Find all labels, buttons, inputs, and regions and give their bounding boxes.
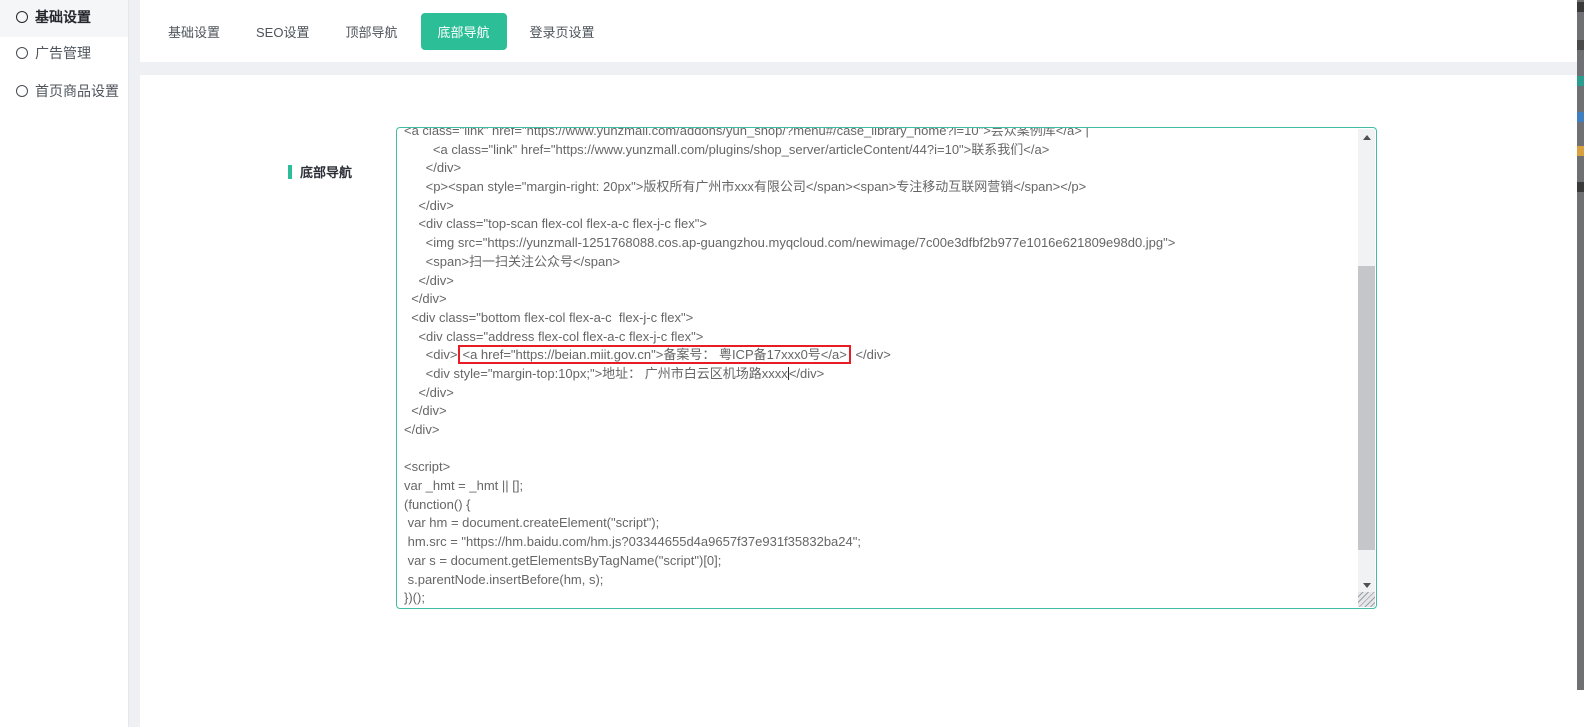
code-line: <div class="bottom flex-col flex-a-c fle… (404, 309, 1352, 328)
tab-footer-nav[interactable]: 底部导航 (421, 13, 507, 50)
sidebar-item-basic-settings[interactable]: 基础设置 (0, 0, 128, 37)
code-line (404, 440, 1352, 459)
code-line: <div class="address flex-col flex-a-c fl… (404, 328, 1352, 347)
tab-login-page-settings[interactable]: 登录页设置 (530, 22, 595, 41)
code-content: <a class="link" href="https://www.yunzma… (404, 127, 1352, 608)
code-line: </div> (404, 272, 1352, 291)
edge-icon-fragment (1577, 2, 1584, 12)
tab-basic-settings[interactable]: 基础设置 (168, 22, 220, 41)
edge-icon-fragment (1577, 40, 1584, 50)
code-line: <img src="https://yunzmall-1251768088.co… (404, 234, 1352, 253)
code-line: </div> (404, 402, 1352, 421)
circle-icon (16, 11, 28, 23)
tab-seo-settings[interactable]: SEO设置 (256, 22, 309, 41)
code-line: <span>扫一扫关注公众号</span> (404, 253, 1352, 272)
tab-top-nav[interactable]: 顶部导航 (345, 22, 397, 41)
code-line: var s = document.getElementsByTagName("s… (404, 552, 1352, 571)
code-line: </div> (404, 421, 1352, 440)
edge-icon-fragment (1577, 146, 1584, 156)
footer-nav-code-textarea[interactable]: <a class="link" href="https://www.yunzma… (396, 127, 1377, 609)
section-accent-bar (288, 165, 292, 179)
code-line: <a class="link" href="https://www.yunzma… (404, 127, 1352, 141)
code-line: var _hmt = _hmt || []; (404, 477, 1352, 496)
code-line: <div class="top-scan flex-col flex-a-c f… (404, 215, 1352, 234)
screen-edge-strip (1577, 0, 1584, 690)
code-line: hm.src = "https://hm.baidu.com/hm.js?033… (404, 533, 1352, 552)
sidebar: 基础设置 广告管理 首页商品设置 (0, 0, 129, 727)
edge-icon-fragment (1577, 182, 1584, 192)
tab-bar: 基础设置 SEO设置 顶部导航 底部导航 登录页设置 (140, 0, 1584, 62)
textarea-resize-handle[interactable] (1358, 592, 1375, 607)
code-line: (function() { (404, 496, 1352, 515)
code-line: </div> (404, 159, 1352, 178)
tab-bar-card: 基础设置 SEO设置 顶部导航 底部导航 登录页设置 (140, 0, 1584, 62)
sidebar-item-ad-management[interactable]: 广告管理 (0, 34, 128, 72)
admin-settings-page: 基础设置 广告管理 首页商品设置 基础设置 SEO设置 顶部导航 底部导航 登录… (0, 0, 1584, 727)
code-line: <a class="link" href="https://www.yunzma… (404, 141, 1352, 160)
code-line: </div> (404, 384, 1352, 403)
scrollbar-thumb[interactable] (1358, 266, 1375, 550)
sidebar-item-label: 首页商品设置 (35, 81, 119, 101)
arrow-down-icon (1363, 583, 1371, 588)
code-line: <p><span style="margin-right: 20px">版权所有… (404, 178, 1352, 197)
scrollbar-up-button[interactable] (1358, 129, 1375, 146)
circle-icon (16, 85, 28, 97)
edge-icon-fragment (1577, 76, 1584, 86)
code-line: var hm = document.createElement("script"… (404, 514, 1352, 533)
code-line: })(); (404, 589, 1352, 608)
section-title: 底部导航 (300, 162, 352, 181)
code-line: s.parentNode.insertBefore(hm, s); (404, 571, 1352, 590)
code-line: <script> (404, 458, 1352, 477)
arrow-up-icon (1363, 135, 1371, 140)
editor-scrollbar[interactable] (1358, 129, 1375, 594)
sidebar-item-home-product-settings[interactable]: 首页商品设置 (0, 72, 128, 110)
circle-icon (16, 47, 28, 59)
code-line: </div> (404, 197, 1352, 216)
highlight-red-box: <a href="https://beian.miit.gov.cn">备案号：… (458, 345, 850, 364)
code-line: <div style="margin-top:10px;">地址： 广州市白云区… (404, 365, 1352, 384)
sidebar-item-label: 基础设置 (35, 7, 91, 27)
section-header: 底部导航 (288, 162, 352, 181)
edge-icon-fragment (1577, 112, 1584, 122)
code-line: <div><a href="https://beian.miit.gov.cn"… (404, 346, 1352, 365)
sidebar-item-label: 广告管理 (35, 43, 91, 63)
code-line: </div> (404, 290, 1352, 309)
